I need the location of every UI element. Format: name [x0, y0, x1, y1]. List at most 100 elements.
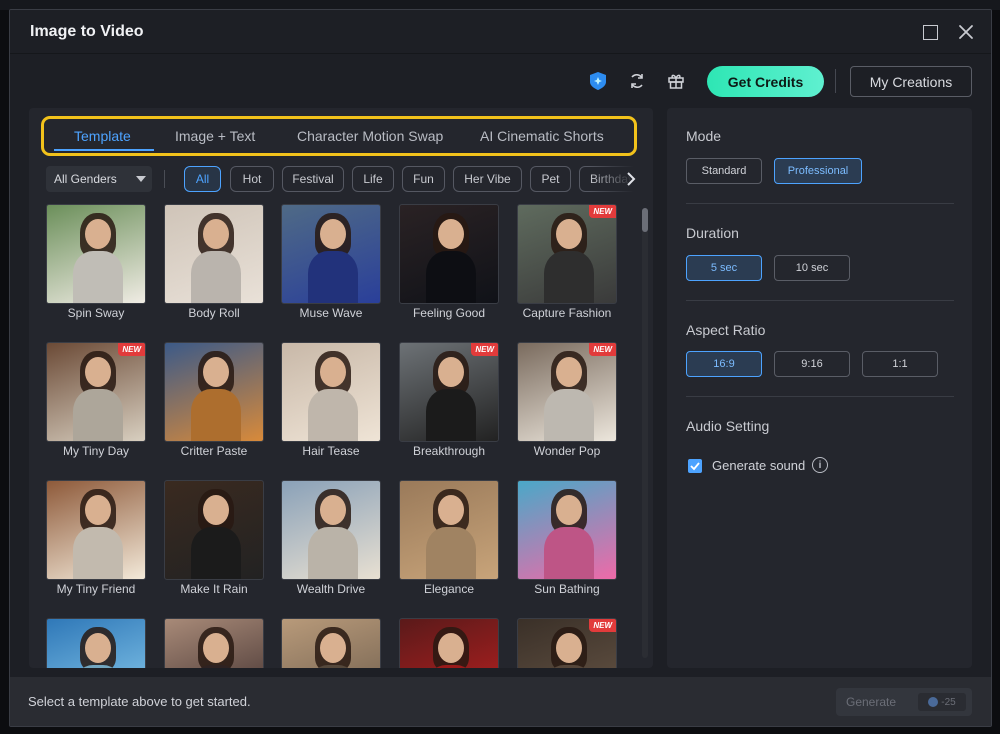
figure-head — [85, 219, 111, 249]
template-thumbnail[interactable]: NEW — [517, 618, 617, 668]
generate-sound-label[interactable]: Generate sound — [712, 458, 805, 473]
template-grid: Spin Sway Body Roll Muse Wave Feeling Good N… — [29, 204, 639, 668]
figure-body — [191, 251, 241, 303]
chip-all[interactable]: All — [184, 166, 221, 192]
credit-cost: -25 — [918, 693, 966, 711]
template-thumbnail[interactable] — [399, 480, 499, 580]
tab-image-text[interactable]: Image + Text — [175, 128, 255, 144]
template-thumbnail[interactable] — [164, 204, 264, 304]
filter-divider — [164, 170, 165, 188]
gender-select[interactable]: All Genders — [46, 166, 152, 192]
mode-professional-option[interactable]: Professional — [774, 158, 862, 184]
figure-head — [203, 633, 229, 663]
gender-select-value: All Genders — [54, 172, 117, 186]
figure-body — [73, 251, 123, 303]
template-label: My Tiny Friend — [56, 582, 136, 596]
template-thumbnail[interactable] — [281, 618, 381, 668]
chevron-down-icon — [136, 176, 146, 182]
template-thumbnail[interactable] — [399, 204, 499, 304]
template-thumbnail[interactable] — [281, 342, 381, 442]
mode-tabs: Template Image + Text Character Motion S… — [41, 116, 637, 156]
template-label: Feeling Good — [412, 306, 486, 320]
template-panel: Template Image + Text Character Motion S… — [29, 108, 653, 668]
new-badge: NEW — [589, 619, 616, 632]
figure-body — [191, 527, 241, 579]
template-thumbnail[interactable] — [517, 480, 617, 580]
figure-head — [320, 357, 346, 387]
settings-panel: Mode Standard Professional Duration 5 se… — [667, 108, 972, 668]
template-label: Spin Sway — [67, 306, 125, 320]
check-icon — [690, 462, 700, 471]
figure-head — [203, 495, 229, 525]
template-thumbnail[interactable] — [164, 618, 264, 668]
chip-life[interactable]: Life — [352, 166, 394, 192]
figure-head — [85, 495, 111, 525]
figure-head — [438, 495, 464, 525]
grid-scrollbar[interactable] — [642, 208, 648, 658]
template-thumbnail[interactable] — [46, 204, 146, 304]
duration-10-sec-option[interactable]: 10 sec — [774, 255, 850, 281]
template-thumbnail[interactable] — [281, 204, 381, 304]
template-label: My Tiny Day — [62, 444, 129, 458]
figure-body — [544, 527, 594, 579]
aspect-9-16-option[interactable]: 9:16 — [774, 351, 850, 377]
scroll-thumb[interactable] — [642, 208, 648, 232]
footer-bar: Select a template above to get started. … — [10, 677, 991, 726]
duration-5-sec-option[interactable]: 5 sec — [686, 255, 762, 281]
template-thumbnail[interactable]: NEW — [517, 204, 617, 304]
aspect-1-1-option[interactable]: 1:1 — [862, 351, 938, 377]
section-divider — [686, 203, 954, 204]
mode-title: Mode — [686, 128, 722, 144]
template-label: Wonder Pop — [533, 444, 601, 458]
template-label: Wealth Drive — [296, 582, 366, 596]
template-thumbnail[interactable] — [46, 618, 146, 668]
template-thumbnail[interactable] — [46, 480, 146, 580]
figure-head — [556, 357, 582, 387]
template-thumbnail[interactable]: NEW — [46, 342, 146, 442]
template-label: Elegance — [423, 582, 475, 596]
new-badge: NEW — [118, 343, 145, 356]
generate-sound-checkbox[interactable] — [688, 459, 702, 473]
template-thumbnail[interactable]: NEW — [399, 342, 499, 442]
ai-sparkle-icon[interactable] — [587, 70, 609, 92]
template-thumbnail[interactable] — [164, 480, 264, 580]
active-tab-indicator — [54, 149, 154, 151]
figure-head — [438, 219, 464, 249]
filter-row: All Genders All Hot Festival Life Fun He… — [29, 164, 653, 194]
tab-ai-cinematic-shorts[interactable]: AI Cinematic Shorts — [480, 128, 604, 144]
aspect-16-9-option[interactable]: 16:9 — [686, 351, 762, 377]
tab-character-motion-swap[interactable]: Character Motion Swap — [297, 128, 443, 144]
chip-fun[interactable]: Fun — [402, 166, 445, 192]
template-label: Capture Fashion — [522, 306, 612, 320]
template-thumbnail[interactable]: NEW — [517, 342, 617, 442]
generate-label: Generate — [846, 695, 897, 709]
gift-icon[interactable] — [665, 70, 687, 92]
maximize-icon[interactable] — [920, 22, 940, 42]
refresh-icon[interactable] — [626, 70, 648, 92]
my-creations-button[interactable]: My Creations — [850, 66, 972, 97]
template-thumbnail[interactable] — [399, 618, 499, 668]
audio-setting-title: Audio Setting — [686, 418, 770, 434]
chip-pet[interactable]: Pet — [530, 166, 571, 192]
chip-hot[interactable]: Hot — [230, 166, 274, 192]
toolbar-divider — [835, 69, 836, 93]
section-divider — [686, 396, 954, 397]
generate-button[interactable]: Generate -25 — [836, 688, 972, 716]
template-thumbnail[interactable] — [281, 480, 381, 580]
image-to-video-dialog: Image to Video Get Credits My Creations … — [9, 9, 992, 727]
tab-template[interactable]: Template — [74, 128, 131, 144]
figure-head — [556, 495, 582, 525]
info-icon[interactable]: i — [812, 457, 828, 473]
chip-her-vibe[interactable]: Her Vibe — [453, 166, 522, 192]
figure-head — [438, 633, 464, 663]
figure-body — [308, 389, 358, 441]
mode-standard-option[interactable]: Standard — [686, 158, 762, 184]
section-divider — [686, 300, 954, 301]
close-icon[interactable] — [956, 22, 976, 42]
figure-body — [544, 665, 594, 668]
template-thumbnail[interactable] — [164, 342, 264, 442]
figure-body — [426, 665, 476, 668]
chip-festival[interactable]: Festival — [282, 166, 344, 192]
chevron-right-icon[interactable] — [623, 170, 639, 188]
get-credits-button[interactable]: Get Credits — [707, 66, 824, 97]
